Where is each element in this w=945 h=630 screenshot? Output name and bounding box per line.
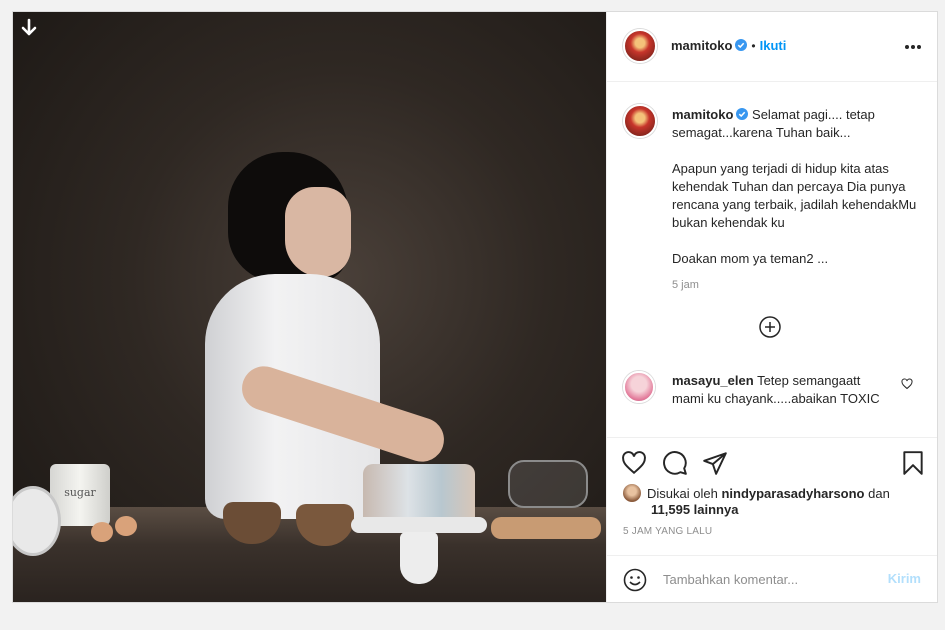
photo-rolling-pin	[491, 517, 601, 539]
comment-like-heart-icon[interactable]	[901, 378, 913, 390]
post-actions: Disukai oleh nindyparasadyharsono dan 11…	[607, 437, 937, 555]
likes-joiner: dan	[868, 486, 890, 501]
photo-face	[285, 187, 351, 277]
caption-time[interactable]: 5 jam	[672, 279, 699, 291]
caption-line-3: Doakan mom ya teman2 ...	[672, 251, 829, 266]
instagram-post: sugar mamitoko • Ikuti mamitoko Selamat pa…	[12, 11, 938, 603]
commenter-avatar[interactable]	[623, 371, 655, 403]
post-comment-button[interactable]: Kirim	[888, 571, 921, 586]
post-caption: mamitoko Selamat pagi.... tetap semagat.…	[672, 106, 922, 268]
emoji-icon[interactable]	[623, 568, 647, 592]
liker-avatar[interactable]	[623, 484, 641, 502]
post-header: mamitoko • Ikuti	[607, 12, 937, 82]
post-photo[interactable]: sugar	[13, 12, 606, 602]
author-info: mamitoko • Ikuti	[671, 38, 786, 53]
photo-cake	[363, 464, 475, 524]
more-options-icon[interactable]	[905, 45, 921, 49]
photo-egg	[115, 516, 137, 536]
paper-plane-icon[interactable]	[702, 450, 728, 476]
comment-username[interactable]: masayu_elen	[672, 373, 754, 388]
comment-input[interactable]	[663, 568, 873, 590]
photo-cake-stand	[351, 517, 487, 533]
posted-time[interactable]: 5 JAM YANG LALU	[623, 526, 712, 537]
likes-count[interactable]: 11,595 lainnya	[651, 502, 738, 517]
separator-dot: •	[751, 39, 756, 53]
bookmark-icon[interactable]	[900, 450, 926, 476]
post-sidebar: mamitoko • Ikuti mamitoko Selamat pagi....…	[606, 12, 937, 602]
follow-button[interactable]: Ikuti	[760, 38, 787, 53]
add-comment-bar: Kirim	[607, 555, 937, 602]
heart-icon[interactable]	[621, 450, 647, 476]
arrow-down-icon[interactable]	[19, 18, 39, 38]
photo-egg	[91, 522, 113, 542]
verified-badge-icon	[736, 108, 749, 120]
caption-username[interactable]: mamitoko	[672, 107, 733, 122]
likes-summary: Disukai oleh nindyparasadyharsono dan	[623, 484, 923, 503]
author-avatar[interactable]	[623, 29, 657, 63]
author-username[interactable]: mamitoko	[671, 38, 732, 53]
likes-prefix: Disukai oleh	[647, 486, 718, 501]
plus-circle-icon[interactable]	[758, 315, 782, 339]
caption-avatar[interactable]	[623, 104, 657, 138]
comment-icon[interactable]	[662, 450, 688, 476]
photo-jar	[508, 460, 588, 508]
caption-line-2: Apapun yang terjadi di hidup kita atas k…	[672, 161, 917, 230]
comment-item: masayu_elen Tetep semangaatt mami ku cha…	[672, 372, 887, 408]
photo-cake-stand-leg	[400, 532, 438, 584]
canister-label: sugar	[64, 486, 96, 499]
liker-username[interactable]: nindyparasadyharsono	[721, 486, 864, 501]
verified-badge-icon	[735, 39, 748, 51]
